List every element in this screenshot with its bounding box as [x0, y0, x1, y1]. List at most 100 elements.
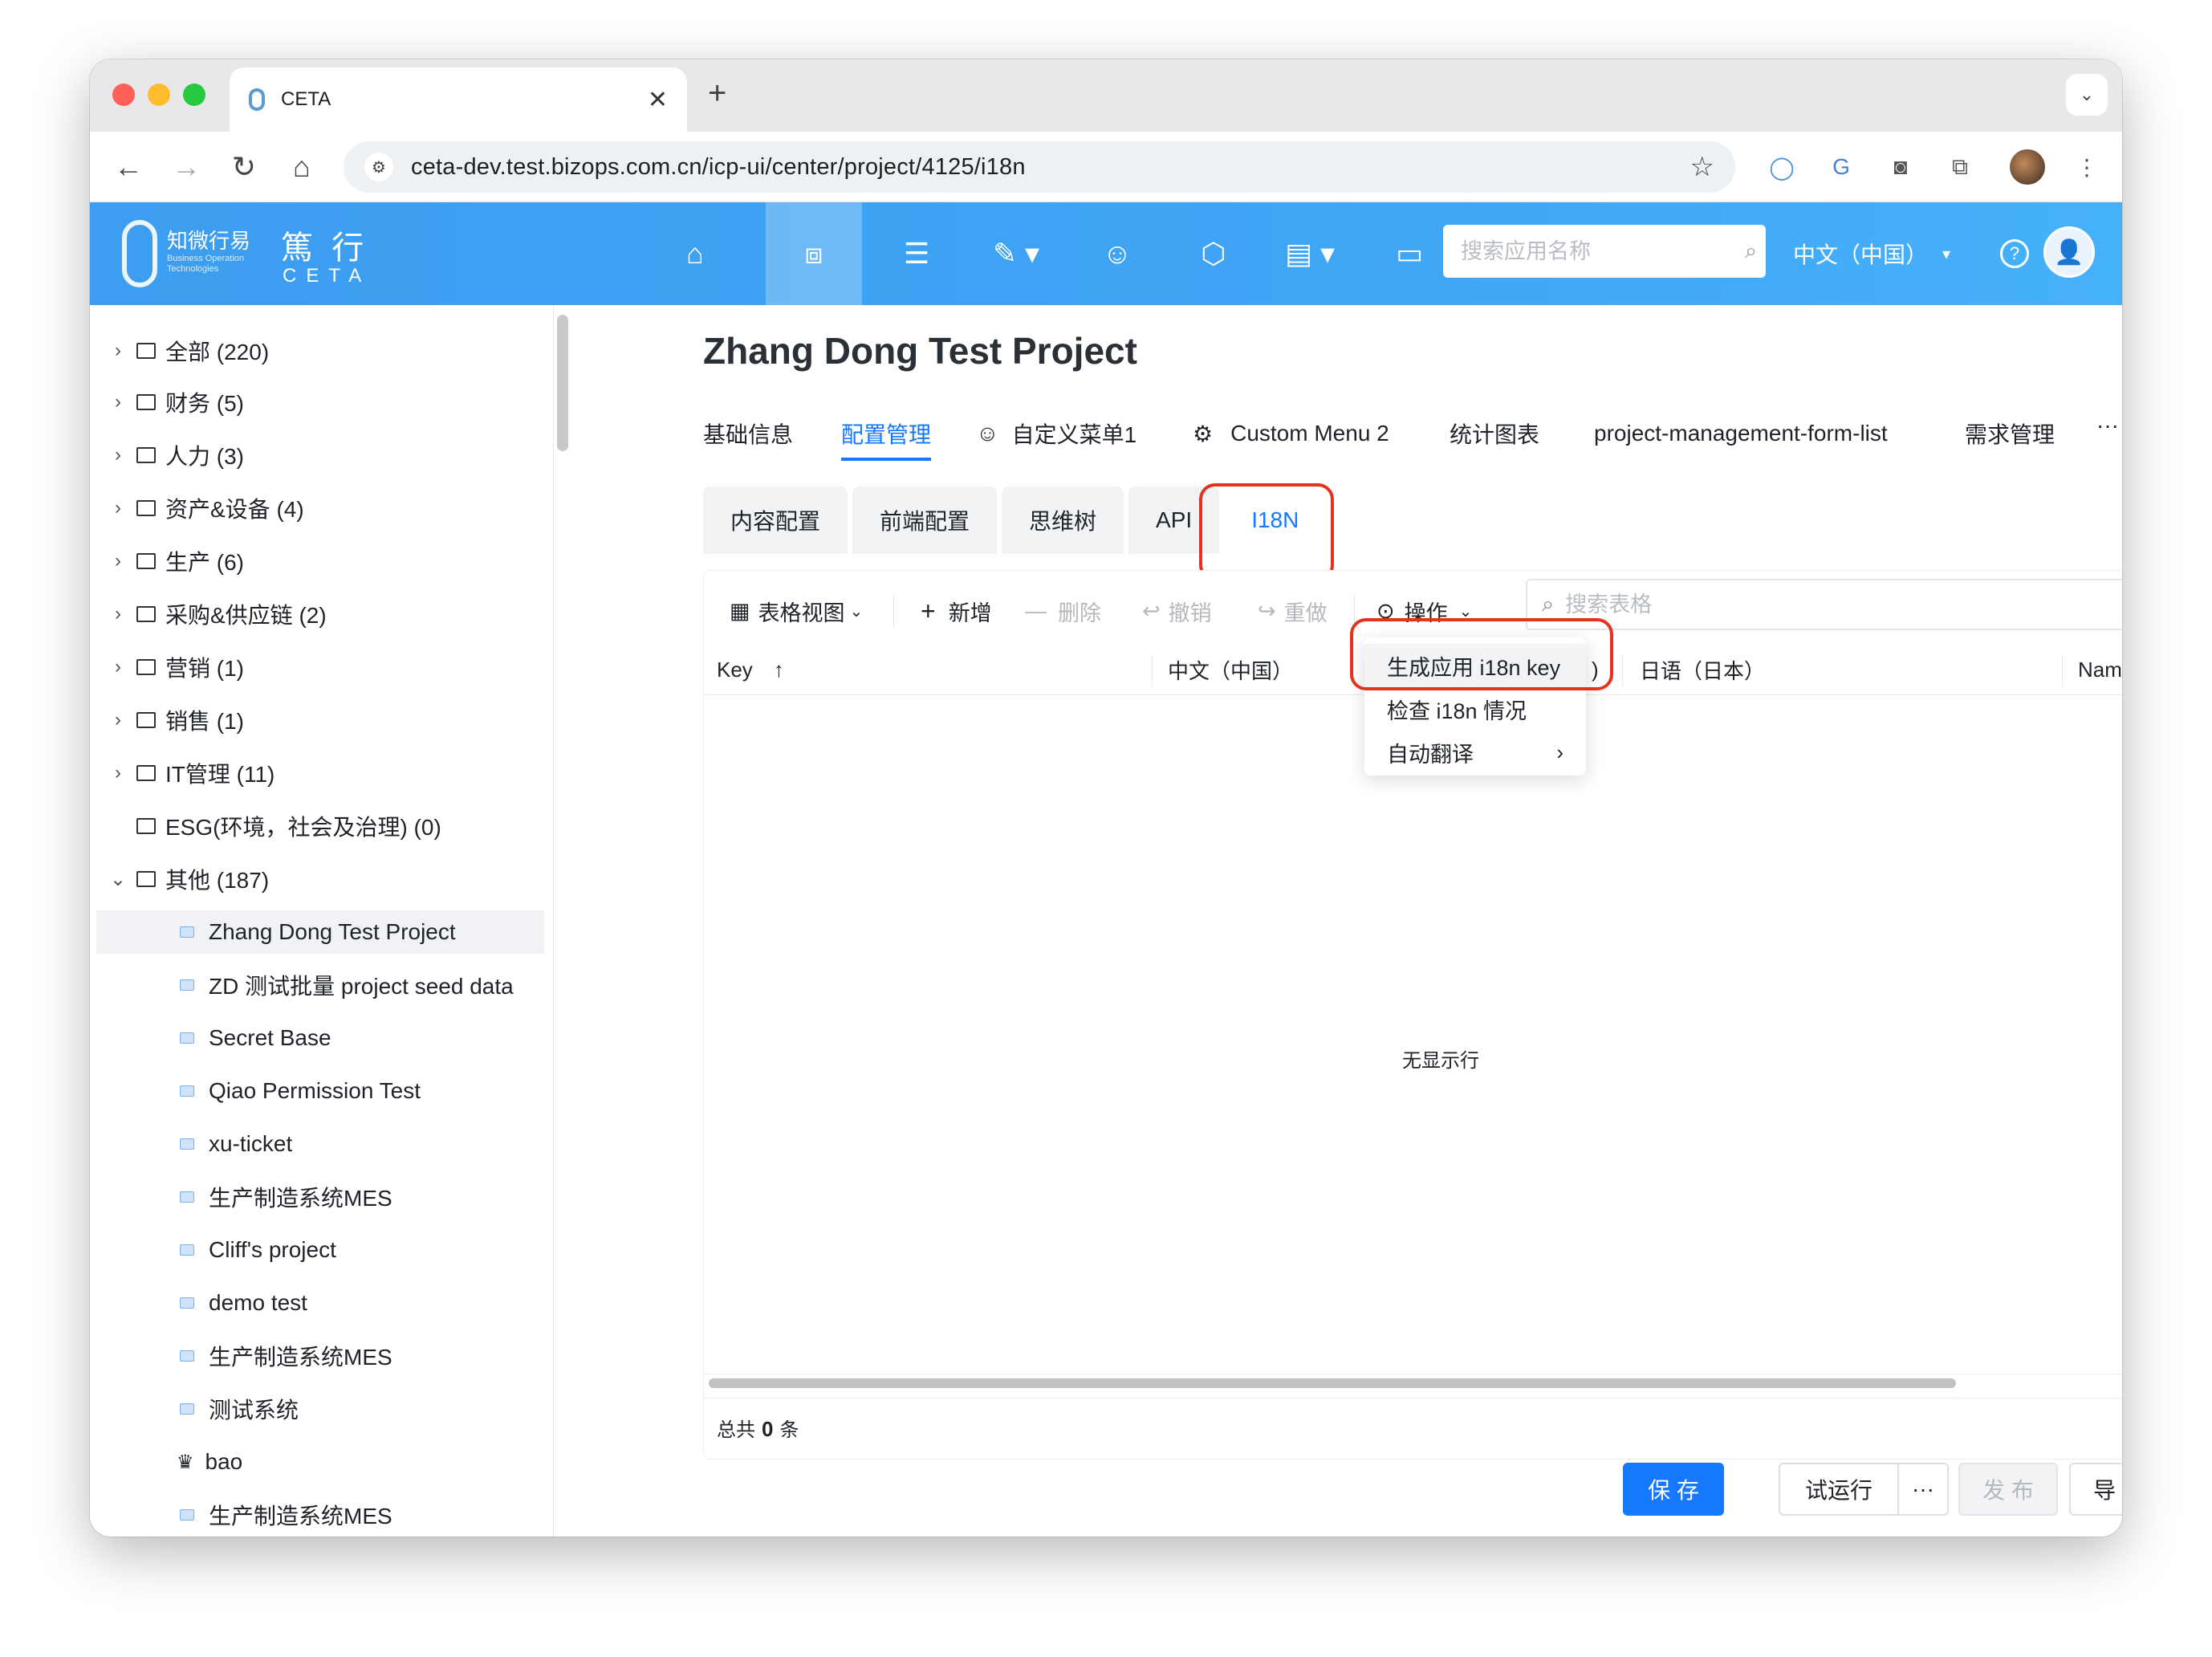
nav-deploy-icon[interactable]: ⬡: [1165, 202, 1262, 305]
tab-custom-menu-1[interactable]: ☺ 自定义菜单1: [976, 409, 1136, 458]
tree-leaf[interactable]: Cliff's project: [90, 1228, 539, 1272]
tree-leaf[interactable]: ZD 测试批量 project seed data: [90, 963, 539, 1007]
tab-form-list[interactable]: project-management-form-list: [1594, 409, 1888, 458]
tree-item-all[interactable]: › 全部 (220): [106, 329, 553, 373]
chevron-right-icon[interactable]: ›: [106, 709, 130, 731]
search-icon[interactable]: ⌕: [1745, 238, 1757, 264]
browser-tab[interactable]: CETA ✕: [230, 67, 687, 132]
table-search-box[interactable]: ⌕: [1526, 579, 2122, 630]
user-avatar-icon[interactable]: 👤: [2043, 226, 2095, 278]
chevron-right-icon[interactable]: ›: [106, 340, 130, 362]
profile-avatar[interactable]: [2010, 149, 2045, 185]
maximize-window-button[interactable]: [183, 83, 205, 106]
tab-search-icon[interactable]: ⌄: [2066, 74, 2108, 116]
export-button[interactable]: 导 出: [2069, 1463, 2122, 1516]
delete-button[interactable]: — 删除: [1025, 587, 1101, 635]
camera-icon[interactable]: ◙: [1883, 149, 1918, 185]
tree-item-it[interactable]: › IT管理 (11): [106, 751, 553, 795]
sort-ascending-icon[interactable]: ↑: [774, 658, 784, 682]
close-tab-icon[interactable]: ✕: [648, 86, 668, 114]
app-search-input[interactable]: [1461, 238, 1745, 264]
publish-button[interactable]: 发 布: [1958, 1463, 2058, 1516]
tree-leaf[interactable]: 生产制造系统MES: [90, 1334, 539, 1378]
table-search-input[interactable]: [1565, 592, 2122, 617]
tree-leaf[interactable]: demo test: [90, 1281, 539, 1325]
tree-item-finance[interactable]: › 财务 (5): [106, 381, 553, 424]
chevron-right-icon[interactable]: ›: [106, 550, 130, 572]
bookmark-star-icon[interactable]: ☆: [1690, 151, 1714, 183]
horizontal-scroll-thumb[interactable]: [709, 1378, 1956, 1388]
tree-leaf[interactable]: 生产制造系统MES: [90, 1175, 539, 1219]
column-header-ja[interactable]: 日语（日本）: [1640, 645, 1765, 694]
browser-menu-icon[interactable]: ⋮: [2069, 149, 2104, 185]
chevron-down-icon[interactable]: ⌄: [106, 868, 130, 891]
nav-media-icon[interactable]: ▤ ▾: [1262, 202, 1358, 305]
tree-leaf[interactable]: 生产制造系统MES: [90, 1493, 539, 1537]
trial-run-button[interactable]: 试运行: [1779, 1463, 1899, 1516]
language-selector[interactable]: 中文（中国） ▾: [1793, 202, 1950, 305]
app-search-box[interactable]: ⌕: [1443, 225, 1766, 278]
tree-item-marketing[interactable]: › 营销 (1): [106, 645, 553, 689]
tree-leaf[interactable]: Secret Base: [90, 1016, 539, 1060]
save-button[interactable]: 保 存: [1623, 1463, 1724, 1516]
tree-leaf[interactable]: Qiao Permission Test: [90, 1069, 539, 1113]
close-window-button[interactable]: [112, 83, 135, 106]
chevron-right-icon[interactable]: ›: [106, 603, 130, 625]
column-header-name[interactable]: Name: [2078, 645, 2122, 694]
extension-circle-icon[interactable]: ◯: [1764, 149, 1799, 185]
menu-item-check-i18n[interactable]: 检查 i18n 情况: [1364, 687, 1586, 731]
view-selector[interactable]: ▦ 表格视图 ⌄: [730, 587, 863, 635]
tree-item-other[interactable]: ⌄ 其他 (187): [106, 857, 553, 901]
tree-item-procurement[interactable]: › 采购&供应链 (2): [106, 592, 553, 636]
forward-icon[interactable]: →: [165, 146, 207, 188]
nav-apps-icon[interactable]: ⧈: [766, 202, 862, 305]
tab-config[interactable]: 配置管理: [841, 409, 932, 461]
nav-gantt-icon[interactable]: ☰: [868, 202, 965, 305]
reload-icon[interactable]: ↻: [223, 146, 265, 188]
chevron-right-icon[interactable]: ›: [106, 391, 130, 413]
chevron-right-icon[interactable]: ›: [106, 656, 130, 678]
translate-icon[interactable]: G: [1824, 149, 1859, 185]
trial-run-more-button[interactable]: ···: [1897, 1463, 1949, 1516]
subtab-mindtree[interactable]: 思维树: [1002, 487, 1124, 554]
extensions-puzzle-icon[interactable]: ⧉: [1942, 149, 1978, 185]
redo-button[interactable]: ↪ 重做: [1258, 587, 1328, 635]
tab-requirements[interactable]: 需求管理: [1965, 409, 2055, 458]
subtab-content[interactable]: 内容配置: [703, 487, 848, 554]
add-button[interactable]: + 新增: [921, 587, 992, 635]
tree-item-sales[interactable]: › 销售 (1): [106, 698, 553, 742]
tab-basic-info[interactable]: 基础信息: [703, 409, 793, 458]
sidebar-scrollbar[interactable]: [557, 315, 568, 451]
tree-item-esg[interactable]: ESG(环境，社会及治理) (0): [106, 804, 553, 848]
nav-ai-icon[interactable]: ☺: [1069, 202, 1165, 305]
subtab-frontend[interactable]: 前端配置: [852, 487, 998, 554]
new-tab-icon[interactable]: +: [708, 75, 726, 112]
more-tabs-button[interactable]: ···: [2096, 401, 2119, 450]
tree-leaf[interactable]: xu-ticket: [90, 1122, 539, 1166]
tab-charts[interactable]: 统计图表: [1450, 409, 1539, 458]
url-text[interactable]: ceta-dev.test.bizops.com.cn/icp-ui/cente…: [411, 154, 1690, 181]
chevron-right-icon[interactable]: ›: [106, 444, 130, 466]
home-icon[interactable]: ⌂: [281, 146, 323, 188]
tree-item-production[interactable]: › 生产 (6): [106, 539, 553, 583]
help-icon[interactable]: ?: [2000, 239, 2029, 268]
tree-item-assets[interactable]: › 资产&设备 (4): [106, 487, 553, 530]
site-info-icon[interactable]: ⚙: [364, 153, 393, 181]
chevron-right-icon[interactable]: ›: [106, 497, 130, 519]
address-bar[interactable]: ⚙ ceta-dev.test.bizops.com.cn/icp-ui/cen…: [344, 141, 1735, 193]
tree-leaf[interactable]: ♛ bao: [90, 1440, 539, 1484]
tree-leaf[interactable]: 测试系统: [90, 1387, 539, 1431]
tree-item-hr[interactable]: › 人力 (3): [106, 434, 553, 477]
minimize-window-button[interactable]: [148, 83, 170, 106]
nav-edit-icon[interactable]: ✎ ▾: [968, 202, 1064, 305]
undo-button[interactable]: ↩ 撤销: [1142, 587, 1212, 635]
column-header-zh[interactable]: 中文（中国）: [1168, 645, 1293, 694]
undo-icon: ↩: [1142, 598, 1161, 623]
column-header-key[interactable]: Key ↑: [717, 645, 784, 694]
tab-custom-menu-2[interactable]: ⚙ Custom Menu 2: [1193, 409, 1389, 458]
chevron-right-icon[interactable]: ›: [106, 762, 130, 784]
tree-leaf-selected[interactable]: Zhang Dong Test Project: [96, 910, 544, 954]
nav-home-icon[interactable]: ⌂: [647, 202, 743, 305]
back-icon[interactable]: ←: [108, 146, 149, 188]
menu-item-auto-translate[interactable]: 自动翻译 ›: [1364, 731, 1586, 774]
